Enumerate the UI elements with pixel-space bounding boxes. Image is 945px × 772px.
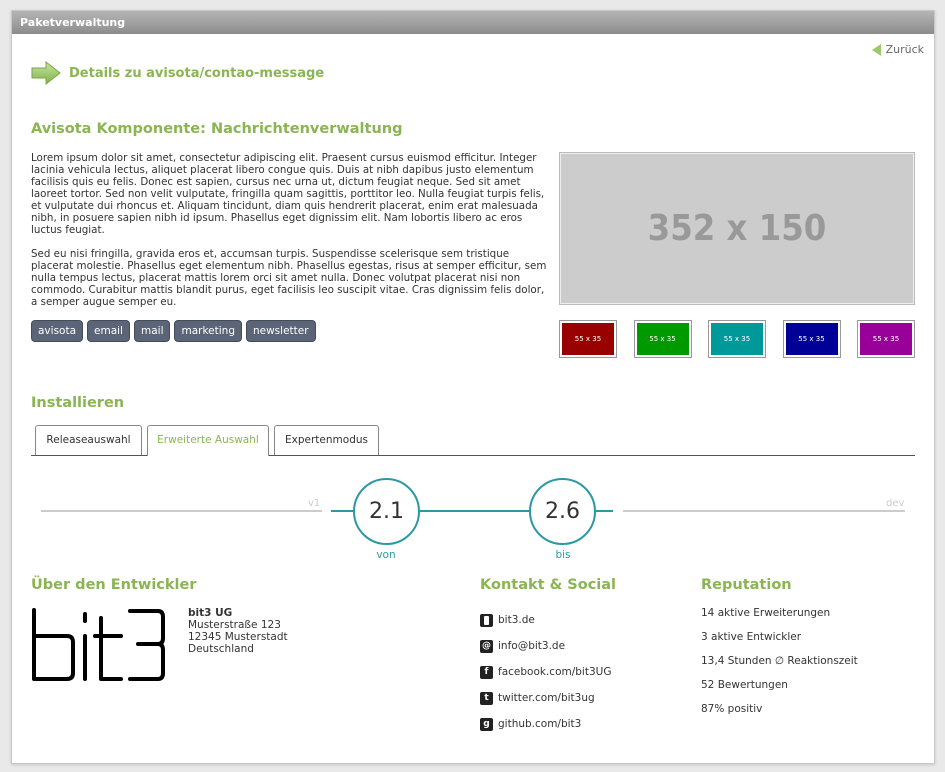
thumbnail[interactable]: 55 x 35 [708,320,766,358]
tag-newsletter[interactable]: newsletter [245,320,316,342]
tag-avisota[interactable]: avisota [31,320,84,342]
contact-list: bit3.de @ info@bit3.de f facebook.com/bi… [480,607,611,737]
bit3-logo [32,608,165,681]
slider-track-left [41,510,322,512]
developer-street: Musterstraße 123 [188,619,281,631]
contact-label: bit3.de [498,614,535,626]
slider-track-right [623,510,905,512]
description-paragraph-1: Lorem ipsum dolor sit amet, consectetur … [31,152,545,236]
contact-email-link[interactable]: @ info@bit3.de [480,633,611,659]
panel-title: Paketverwaltung [12,11,934,34]
at-icon: @ [480,639,493,653]
detail-heading: Details zu avisota/contao-message [31,61,324,85]
thumbnail[interactable]: 55 x 35 [559,320,617,358]
developer-title: Über den Entwickler [31,577,197,593]
tab-releaseauswahl[interactable]: Releaseauswahl [35,425,142,455]
slider-from-label: von [376,549,396,561]
install-title: Installieren [31,395,125,411]
tab-expertenmodus[interactable]: Expertenmodus [274,425,379,455]
tag-marketing[interactable]: marketing [174,320,242,342]
version-range-slider: v1 dev 2.1 2.6 von bis [31,477,915,567]
back-arrow-icon [871,43,881,56]
component-title: Avisota Komponente: Nachrichtenverwaltun… [31,121,403,137]
slider-to-label: bis [555,549,571,561]
contact-label: info@bit3.de [498,640,566,652]
slider-start-label: v1 [308,498,321,509]
slider-from-handle[interactable]: 2.1 [353,478,420,545]
thumbnail[interactable]: 55 x 35 [633,320,692,358]
description-paragraph-2: Sed eu nisi fringilla, gravida eros et, … [31,248,547,308]
contact-github-link[interactable]: g github.com/bit3 [480,711,611,737]
tag-email[interactable]: email [87,320,130,342]
contact-twitter-link[interactable]: t twitter.com/bit3ug [480,685,611,711]
developer-address: bit3 UG Musterstraße 123 12345 Mustersta… [188,607,288,655]
tag-mail[interactable]: mail [133,320,171,342]
developer-city: 12345 Musterstadt [188,631,288,643]
tag-list: avisota email mail marketing newsletter [31,320,316,342]
reputation-item: 87% positiv [701,703,763,715]
github-icon: g [480,717,493,731]
developer-name: bit3 UG [188,607,233,619]
contact-label: facebook.com/bit3UG [498,666,612,678]
twitter-icon: t [480,691,493,705]
slider-end-label: dev [886,498,905,509]
slider-to-handle[interactable]: 2.6 [529,478,596,545]
reputation-item: 13,4 Stunden ∅ Reaktionszeit [701,655,858,667]
detail-title: Details zu avisota/contao-message [69,65,325,81]
install-tabs: Releaseauswahl Erweiterte Auswahl Expert… [31,425,915,456]
contact-label: twitter.com/bit3ug [498,692,595,704]
main-screenshot[interactable]: 352 x 150 [559,152,915,305]
bookmark-icon [480,613,493,627]
reputation-item: 14 aktive Erweiterungen [701,607,831,619]
reputation-list: 14 aktive Erweiterungen 3 aktive Entwick… [701,607,858,727]
reputation-item: 52 Bewertungen [701,679,788,691]
contact-label: github.com/bit3 [498,718,582,730]
reputation-title: Reputation [701,577,792,593]
thumbnail[interactable]: 55 x 35 [857,320,915,358]
contact-facebook-link[interactable]: f facebook.com/bit3UG [480,659,611,685]
thumbnail[interactable]: 55 x 35 [782,320,841,358]
contact-title: Kontakt & Social [480,577,617,593]
back-link[interactable]: Zurück [871,43,924,56]
facebook-icon: f [480,665,493,679]
package-panel: Paketverwaltung Zurück Details zu avisot… [11,10,935,764]
tab-erweiterte-auswahl[interactable]: Erweiterte Auswahl [147,425,269,456]
reputation-item: 3 aktive Entwickler [701,631,802,643]
thumbnail-list: 55 x 35 55 x 35 55 x 35 55 x 35 55 x 35 [559,320,915,358]
developer-country: Deutschland [188,643,254,655]
back-label: Zurück [885,43,924,56]
contact-website-link[interactable]: bit3.de [480,607,611,633]
arrow-right-icon [31,61,61,85]
